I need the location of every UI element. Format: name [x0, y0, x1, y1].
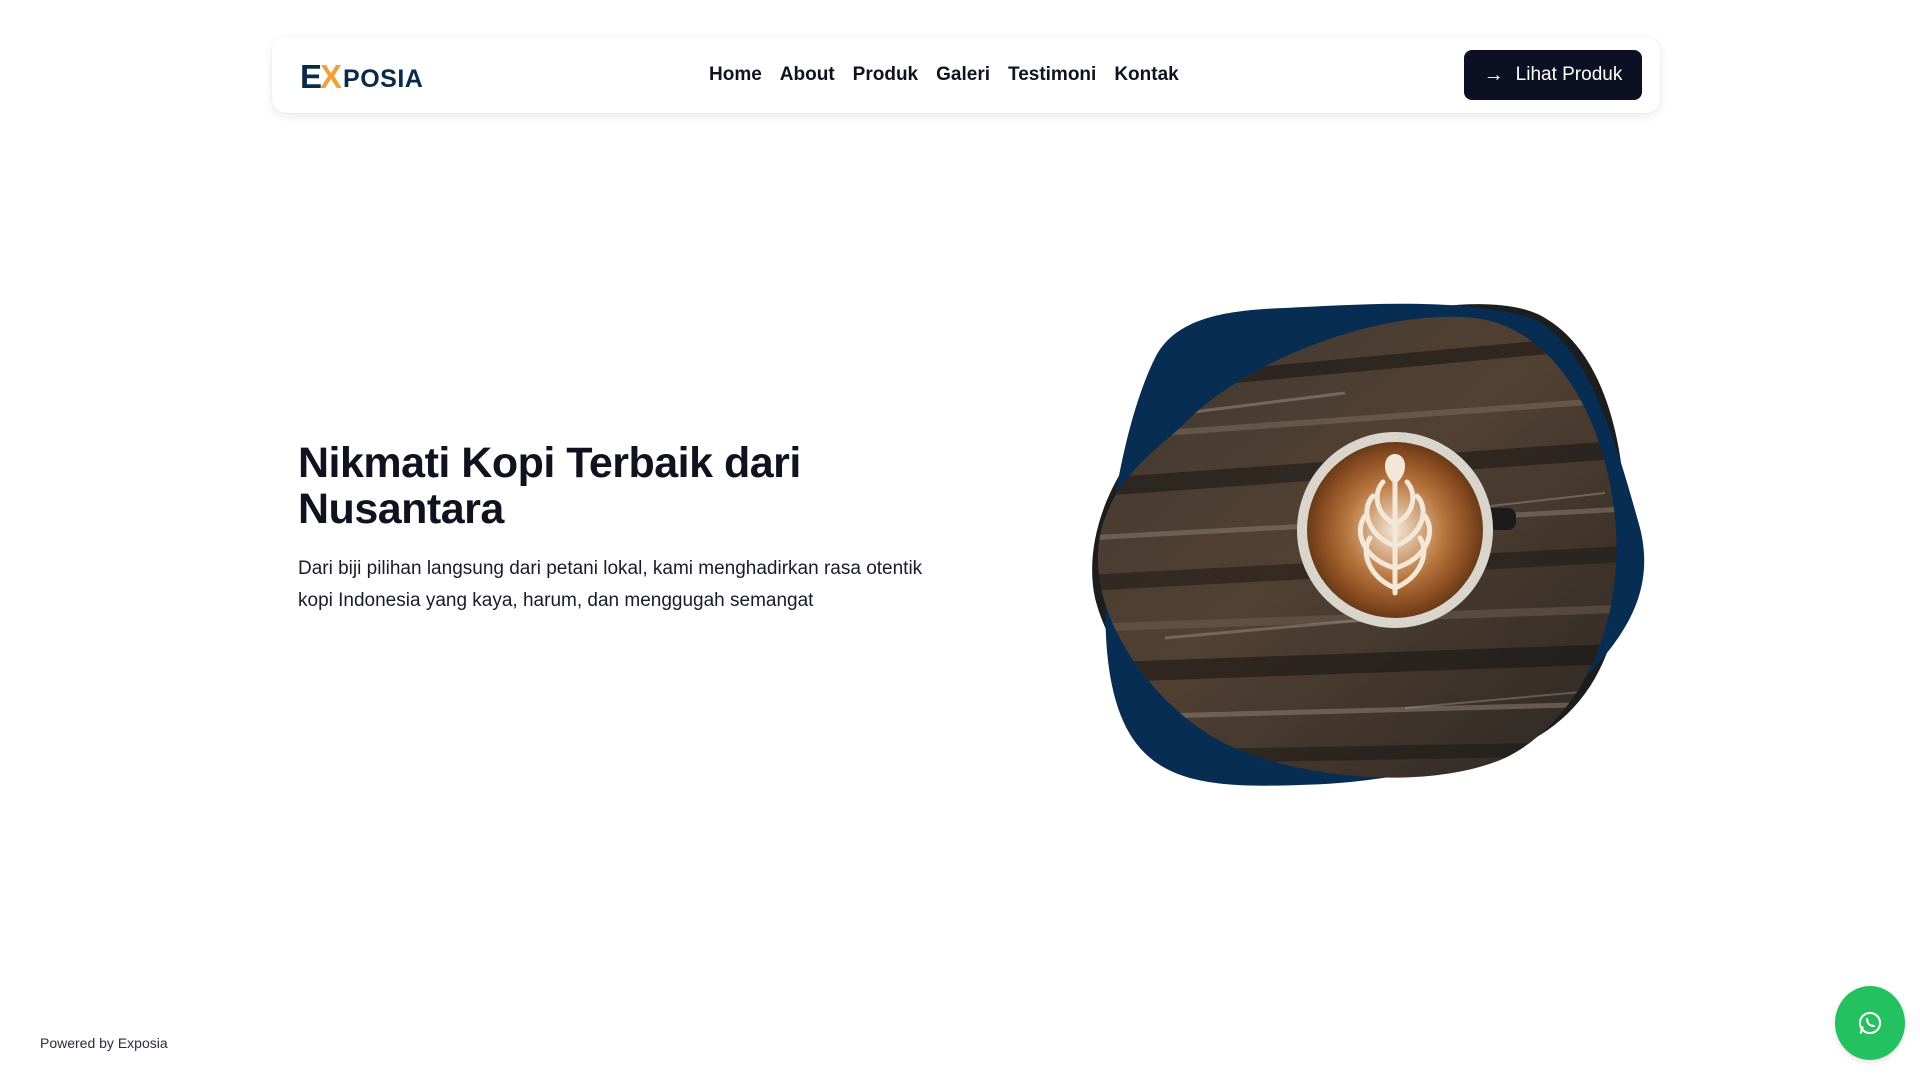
- logo-letter-x: X: [320, 58, 343, 95]
- page: E X POSIA Home About Produk Galeri Testi…: [0, 0, 1920, 1079]
- logo[interactable]: E X POSIA: [300, 59, 423, 93]
- whatsapp-button[interactable]: [1835, 986, 1905, 1060]
- nav-link-home[interactable]: Home: [709, 61, 762, 89]
- nav-link-produk[interactable]: Produk: [853, 61, 918, 89]
- nav-link-about[interactable]: About: [780, 61, 835, 89]
- nav-link-kontak[interactable]: Kontak: [1114, 61, 1178, 89]
- lihat-produk-button[interactable]: → Lihat Produk: [1464, 50, 1642, 100]
- hero-description: Dari biji pilihan langsung dari petani l…: [298, 558, 923, 611]
- hero-image: [1085, 298, 1660, 788]
- arrow-right-icon: →: [1483, 64, 1504, 86]
- coffee-blob-illustration: [1092, 303, 1645, 786]
- powered-by-text[interactable]: Powered by Exposia: [40, 1035, 168, 1051]
- whatsapp-icon: [1858, 1011, 1882, 1035]
- navbar: E X POSIA Home About Produk Galeri Testi…: [272, 37, 1660, 113]
- nav-link-galeri[interactable]: Galeri: [936, 61, 990, 89]
- nav-link-testimoni[interactable]: Testimoni: [1008, 61, 1096, 89]
- logo-wordmark: POSIA: [343, 65, 424, 93]
- logo-letter-e: E: [300, 58, 322, 95]
- lihat-produk-label: Lihat Produk: [1515, 64, 1623, 85]
- nav-links: Home About Produk Galeri Testimoni Konta…: [709, 61, 1179, 89]
- hero-title: Nikmati Kopi Terbaik dari Nusantara: [298, 439, 801, 533]
